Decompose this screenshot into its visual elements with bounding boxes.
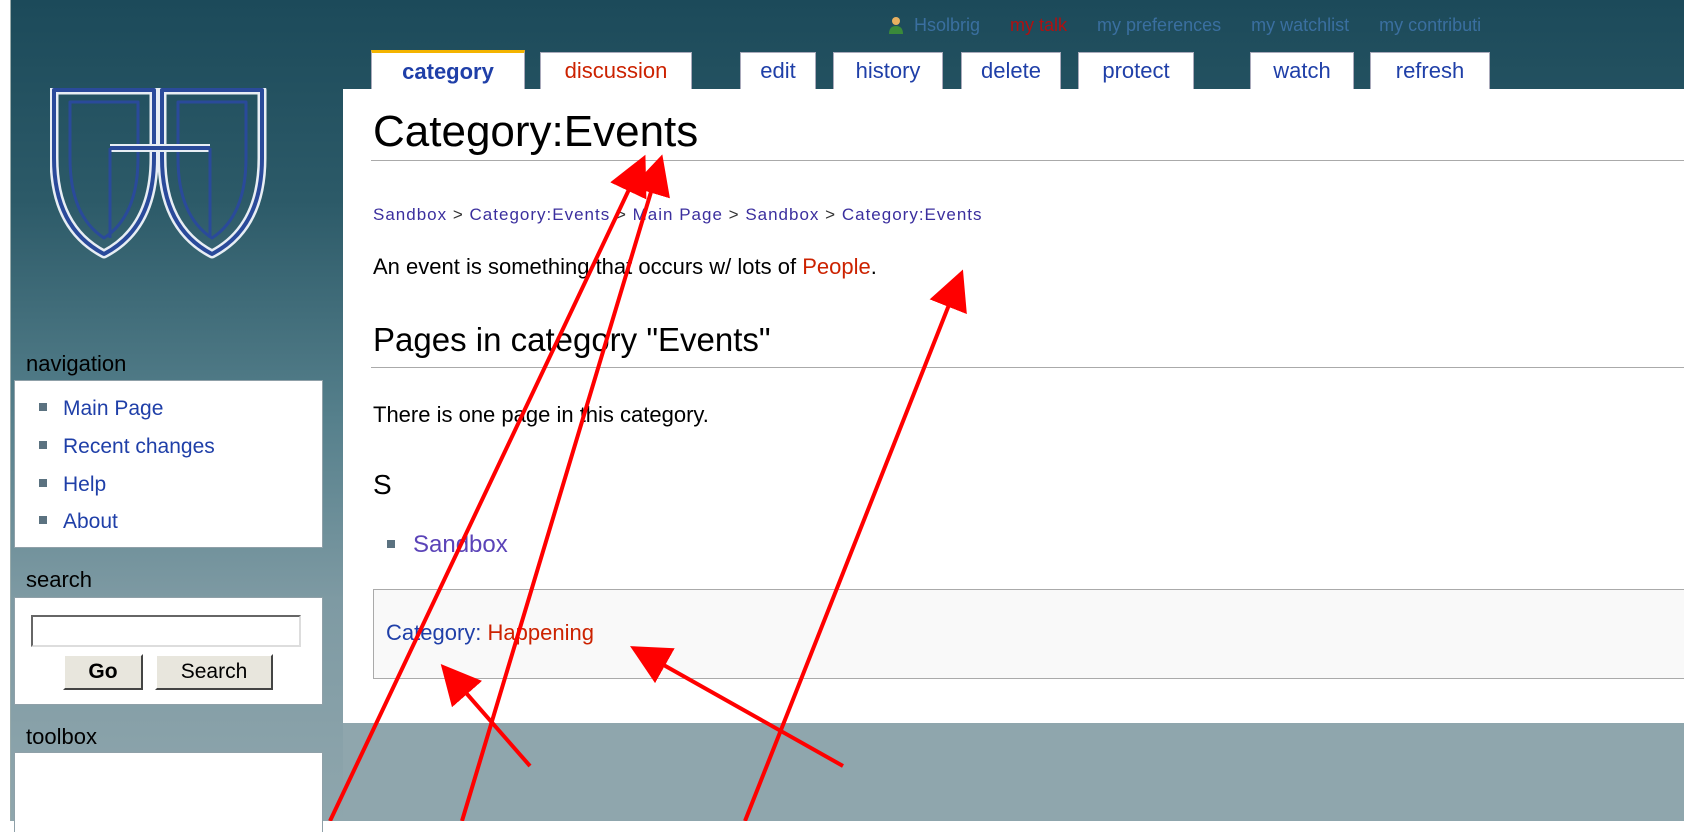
user-icon (889, 17, 903, 34)
sidebar-item-main-page[interactable]: Main Page (39, 397, 163, 421)
tab-delete[interactable]: delete (961, 52, 1061, 89)
my-contributions-link[interactable]: my contributi (1379, 15, 1481, 36)
sidebar-item-about[interactable]: About (39, 510, 118, 534)
search-input[interactable] (31, 615, 301, 647)
tab-refresh[interactable]: refresh (1370, 52, 1490, 89)
bullet-icon (39, 516, 47, 525)
breadcrumb-link[interactable]: Category:Events (470, 205, 611, 224)
categories-label-link[interactable]: Category: (386, 620, 481, 645)
bullet-icon (39, 479, 47, 488)
heading-divider (371, 367, 1684, 368)
my-preferences-link[interactable]: my preferences (1097, 15, 1221, 36)
navigation-title: navigation (26, 351, 127, 376)
toolbox-title: toolbox (26, 724, 97, 749)
personal-tools: Hsolbrig my talk my preferences my watch… (888, 12, 1511, 38)
my-watchlist-link[interactable]: my watchlist (1251, 15, 1349, 36)
breadcrumb-link[interactable]: Sandbox (373, 205, 447, 224)
title-divider (371, 160, 1684, 161)
category-links-box: Category: Happening (373, 589, 1684, 679)
search-button[interactable]: Search (155, 654, 273, 690)
sidebar-item-recent-changes[interactable]: Recent changes (39, 435, 215, 459)
go-button[interactable]: Go (63, 654, 143, 690)
tab-history[interactable]: history (833, 52, 943, 89)
navigation-box: Main Page Recent changes Help About (14, 380, 323, 548)
footer-strip (343, 723, 1684, 821)
bullet-icon (39, 403, 47, 412)
happening-link[interactable]: Happening (488, 620, 594, 645)
username-link[interactable]: Hsolbrig (914, 15, 980, 36)
breadcrumb-link[interactable]: Sandbox (745, 205, 819, 224)
my-talk-link[interactable]: my talk (1010, 15, 1067, 36)
page-title: Category:Events (373, 107, 699, 156)
sandbox-link[interactable]: Sandbox (413, 531, 508, 558)
toolbox-box (14, 752, 323, 832)
tab-discussion[interactable]: discussion (540, 52, 692, 89)
tab-edit[interactable]: edit (740, 52, 816, 89)
bullet-icon (387, 539, 395, 548)
intro-paragraph: An event is something that occurs w/ lot… (373, 254, 877, 279)
window-edge (0, 0, 11, 821)
bullet-icon (39, 441, 47, 450)
sidebar-item-help[interactable]: Help (39, 473, 106, 497)
list-item[interactable]: Sandbox (387, 531, 508, 559)
search-title: search (26, 567, 93, 592)
letter-heading: S (373, 469, 392, 500)
search-box: Go Search (14, 597, 323, 705)
tab-watch[interactable]: watch (1250, 52, 1354, 89)
pages-heading: Pages in category "Events" (373, 321, 771, 358)
site-logo[interactable] (50, 88, 270, 260)
tab-category[interactable]: category (371, 50, 525, 91)
tab-protect[interactable]: protect (1078, 52, 1194, 89)
content-area: Category:Events Sandbox > Category:Event… (343, 89, 1684, 723)
breadcrumb-link[interactable]: Category:Events (842, 205, 983, 224)
people-link[interactable]: People (802, 254, 871, 279)
page-count-text: There is one page in this category. (373, 402, 709, 427)
breadcrumb-link[interactable]: Main Page (633, 205, 723, 224)
breadcrumb: Sandbox > Category:Events > Main Page > … (373, 205, 983, 224)
